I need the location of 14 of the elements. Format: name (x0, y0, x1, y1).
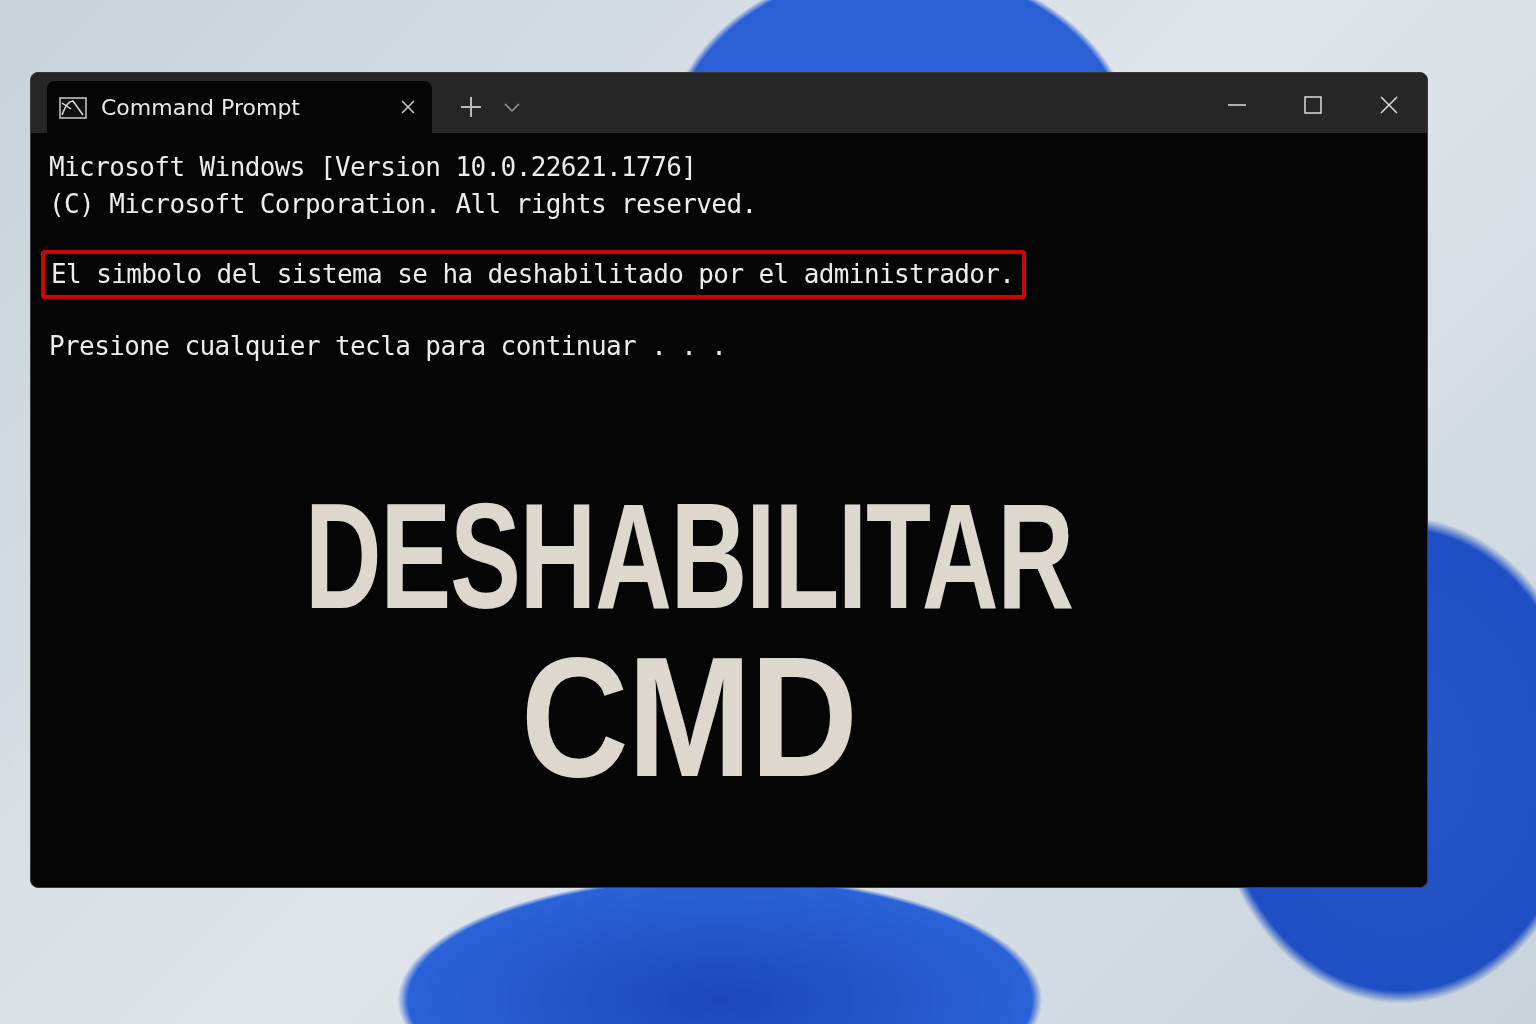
console-line: Microsoft Windows [Version 10.0.22621.1776] (49, 151, 698, 184)
close-icon[interactable] (1379, 95, 1399, 115)
overlay-title: DESHABILITAR (305, 480, 1073, 632)
overlay-title: CMD (521, 632, 857, 802)
close-tab-icon[interactable] (400, 99, 416, 115)
maximize-icon[interactable] (1303, 95, 1323, 115)
terminal-tab[interactable]: Command Prompt (47, 81, 432, 133)
terminal-icon (59, 95, 87, 119)
new-tab-icon[interactable] (460, 96, 482, 118)
console-line: El simbolo del sistema se ha deshabilitado por el administrador. (51, 258, 1015, 291)
console-line: (C) Microsoft Corporation. All rights reserved. (49, 188, 757, 221)
tab-title: Command Prompt (101, 94, 301, 120)
dropdown-icon[interactable] (504, 103, 520, 113)
console-line: Presione cualquier tecla para continuar . . . (49, 330, 727, 363)
